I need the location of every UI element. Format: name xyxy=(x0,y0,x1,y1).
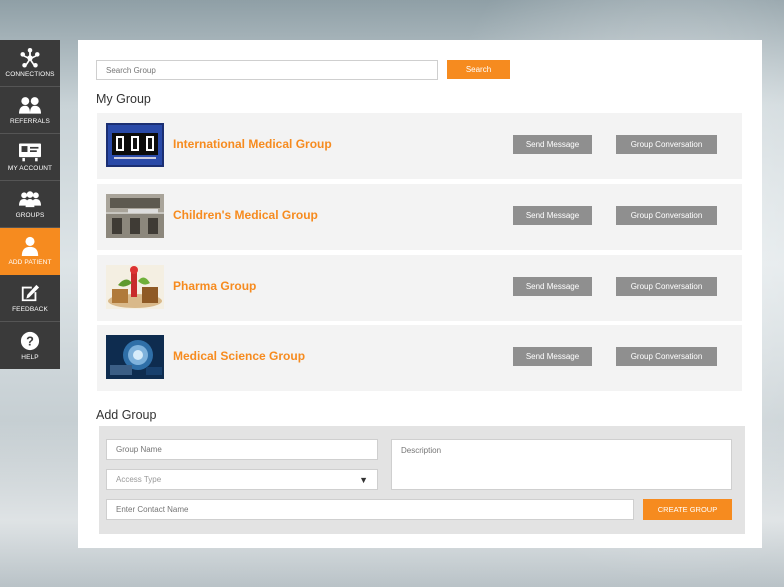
access-type-select[interactable]: Access Type ▼ xyxy=(106,469,378,490)
connections-icon xyxy=(20,48,40,68)
dropdown-arrow-icon: ▼ xyxy=(359,474,368,485)
send-message-button[interactable]: Send Message xyxy=(513,277,592,296)
referrals-icon xyxy=(19,97,41,114)
sidebar: CONNECTIONS REFERRALS MY ACCOUNT GROUPS … xyxy=(0,40,60,369)
sidebar-item-label: MY ACCOUNT xyxy=(7,165,53,172)
access-type-label: Access Type xyxy=(116,475,162,484)
sidebar-item-referrals[interactable]: REFERRALS xyxy=(0,87,60,134)
send-message-button[interactable]: Send Message xyxy=(513,135,592,154)
group-conversation-button[interactable]: Group Conversation xyxy=(616,135,717,154)
group-image-international xyxy=(106,123,164,167)
send-message-button[interactable]: Send Message xyxy=(513,206,592,225)
group-name-input[interactable] xyxy=(106,439,378,460)
sidebar-item-add-patient[interactable]: ADD PATIENT xyxy=(0,228,60,275)
sidebar-item-groups[interactable]: GROUPS xyxy=(0,181,60,228)
search-input[interactable] xyxy=(96,60,438,80)
group-row: International Medical Group Send Message… xyxy=(97,113,742,179)
group-conversation-button[interactable]: Group Conversation xyxy=(616,277,717,296)
group-name[interactable]: Children's Medical Group xyxy=(173,208,318,222)
group-name[interactable]: Pharma Group xyxy=(173,279,256,293)
group-image-pharma xyxy=(106,265,164,309)
feedback-pencil-icon xyxy=(21,284,40,302)
description-textarea[interactable] xyxy=(391,439,732,490)
search-button[interactable]: Search xyxy=(447,60,510,79)
add-patient-icon xyxy=(21,236,39,256)
my-group-title: My Group xyxy=(96,92,151,106)
sidebar-item-connections[interactable]: CONNECTIONS xyxy=(0,40,60,87)
group-image-medical-science xyxy=(106,335,164,379)
group-name[interactable]: International Medical Group xyxy=(173,137,332,151)
group-name[interactable]: Medical Science Group xyxy=(173,349,305,363)
sidebar-item-label: FEEDBACK xyxy=(12,306,48,313)
sidebar-item-label: CONNECTIONS xyxy=(5,71,55,78)
sidebar-item-help[interactable]: ? HELP xyxy=(0,322,60,369)
sidebar-item-feedback[interactable]: FEEDBACK xyxy=(0,275,60,322)
group-conversation-button[interactable]: Group Conversation xyxy=(616,347,717,366)
create-group-button[interactable]: CREATE GROUP xyxy=(643,499,732,520)
sidebar-item-label: GROUPS xyxy=(15,212,45,219)
main-panel: Search My Group International Medical Gr… xyxy=(78,40,762,548)
groups-icon xyxy=(19,191,41,208)
group-image-childrens xyxy=(106,194,164,238)
svg-text:?: ? xyxy=(26,333,34,348)
help-icon: ? xyxy=(20,331,40,350)
send-message-button[interactable]: Send Message xyxy=(513,347,592,366)
add-group-form: Access Type ▼ CREATE GROUP xyxy=(99,426,745,534)
group-conversation-button[interactable]: Group Conversation xyxy=(616,206,717,225)
sidebar-item-label: REFERRALS xyxy=(10,118,50,125)
group-row: Pharma Group Send Message Group Conversa… xyxy=(97,255,742,321)
sidebar-item-label: HELP xyxy=(21,353,39,361)
group-row: Children's Medical Group Send Message Gr… xyxy=(97,184,742,250)
sidebar-item-my-account[interactable]: MY ACCOUNT xyxy=(0,134,60,181)
account-card-icon xyxy=(19,143,41,162)
contact-name-input[interactable] xyxy=(106,499,634,520)
add-group-title: Add Group xyxy=(96,408,157,422)
sidebar-item-label: ADD PATIENT xyxy=(8,259,52,266)
group-row: Medical Science Group Send Message Group… xyxy=(97,325,742,391)
